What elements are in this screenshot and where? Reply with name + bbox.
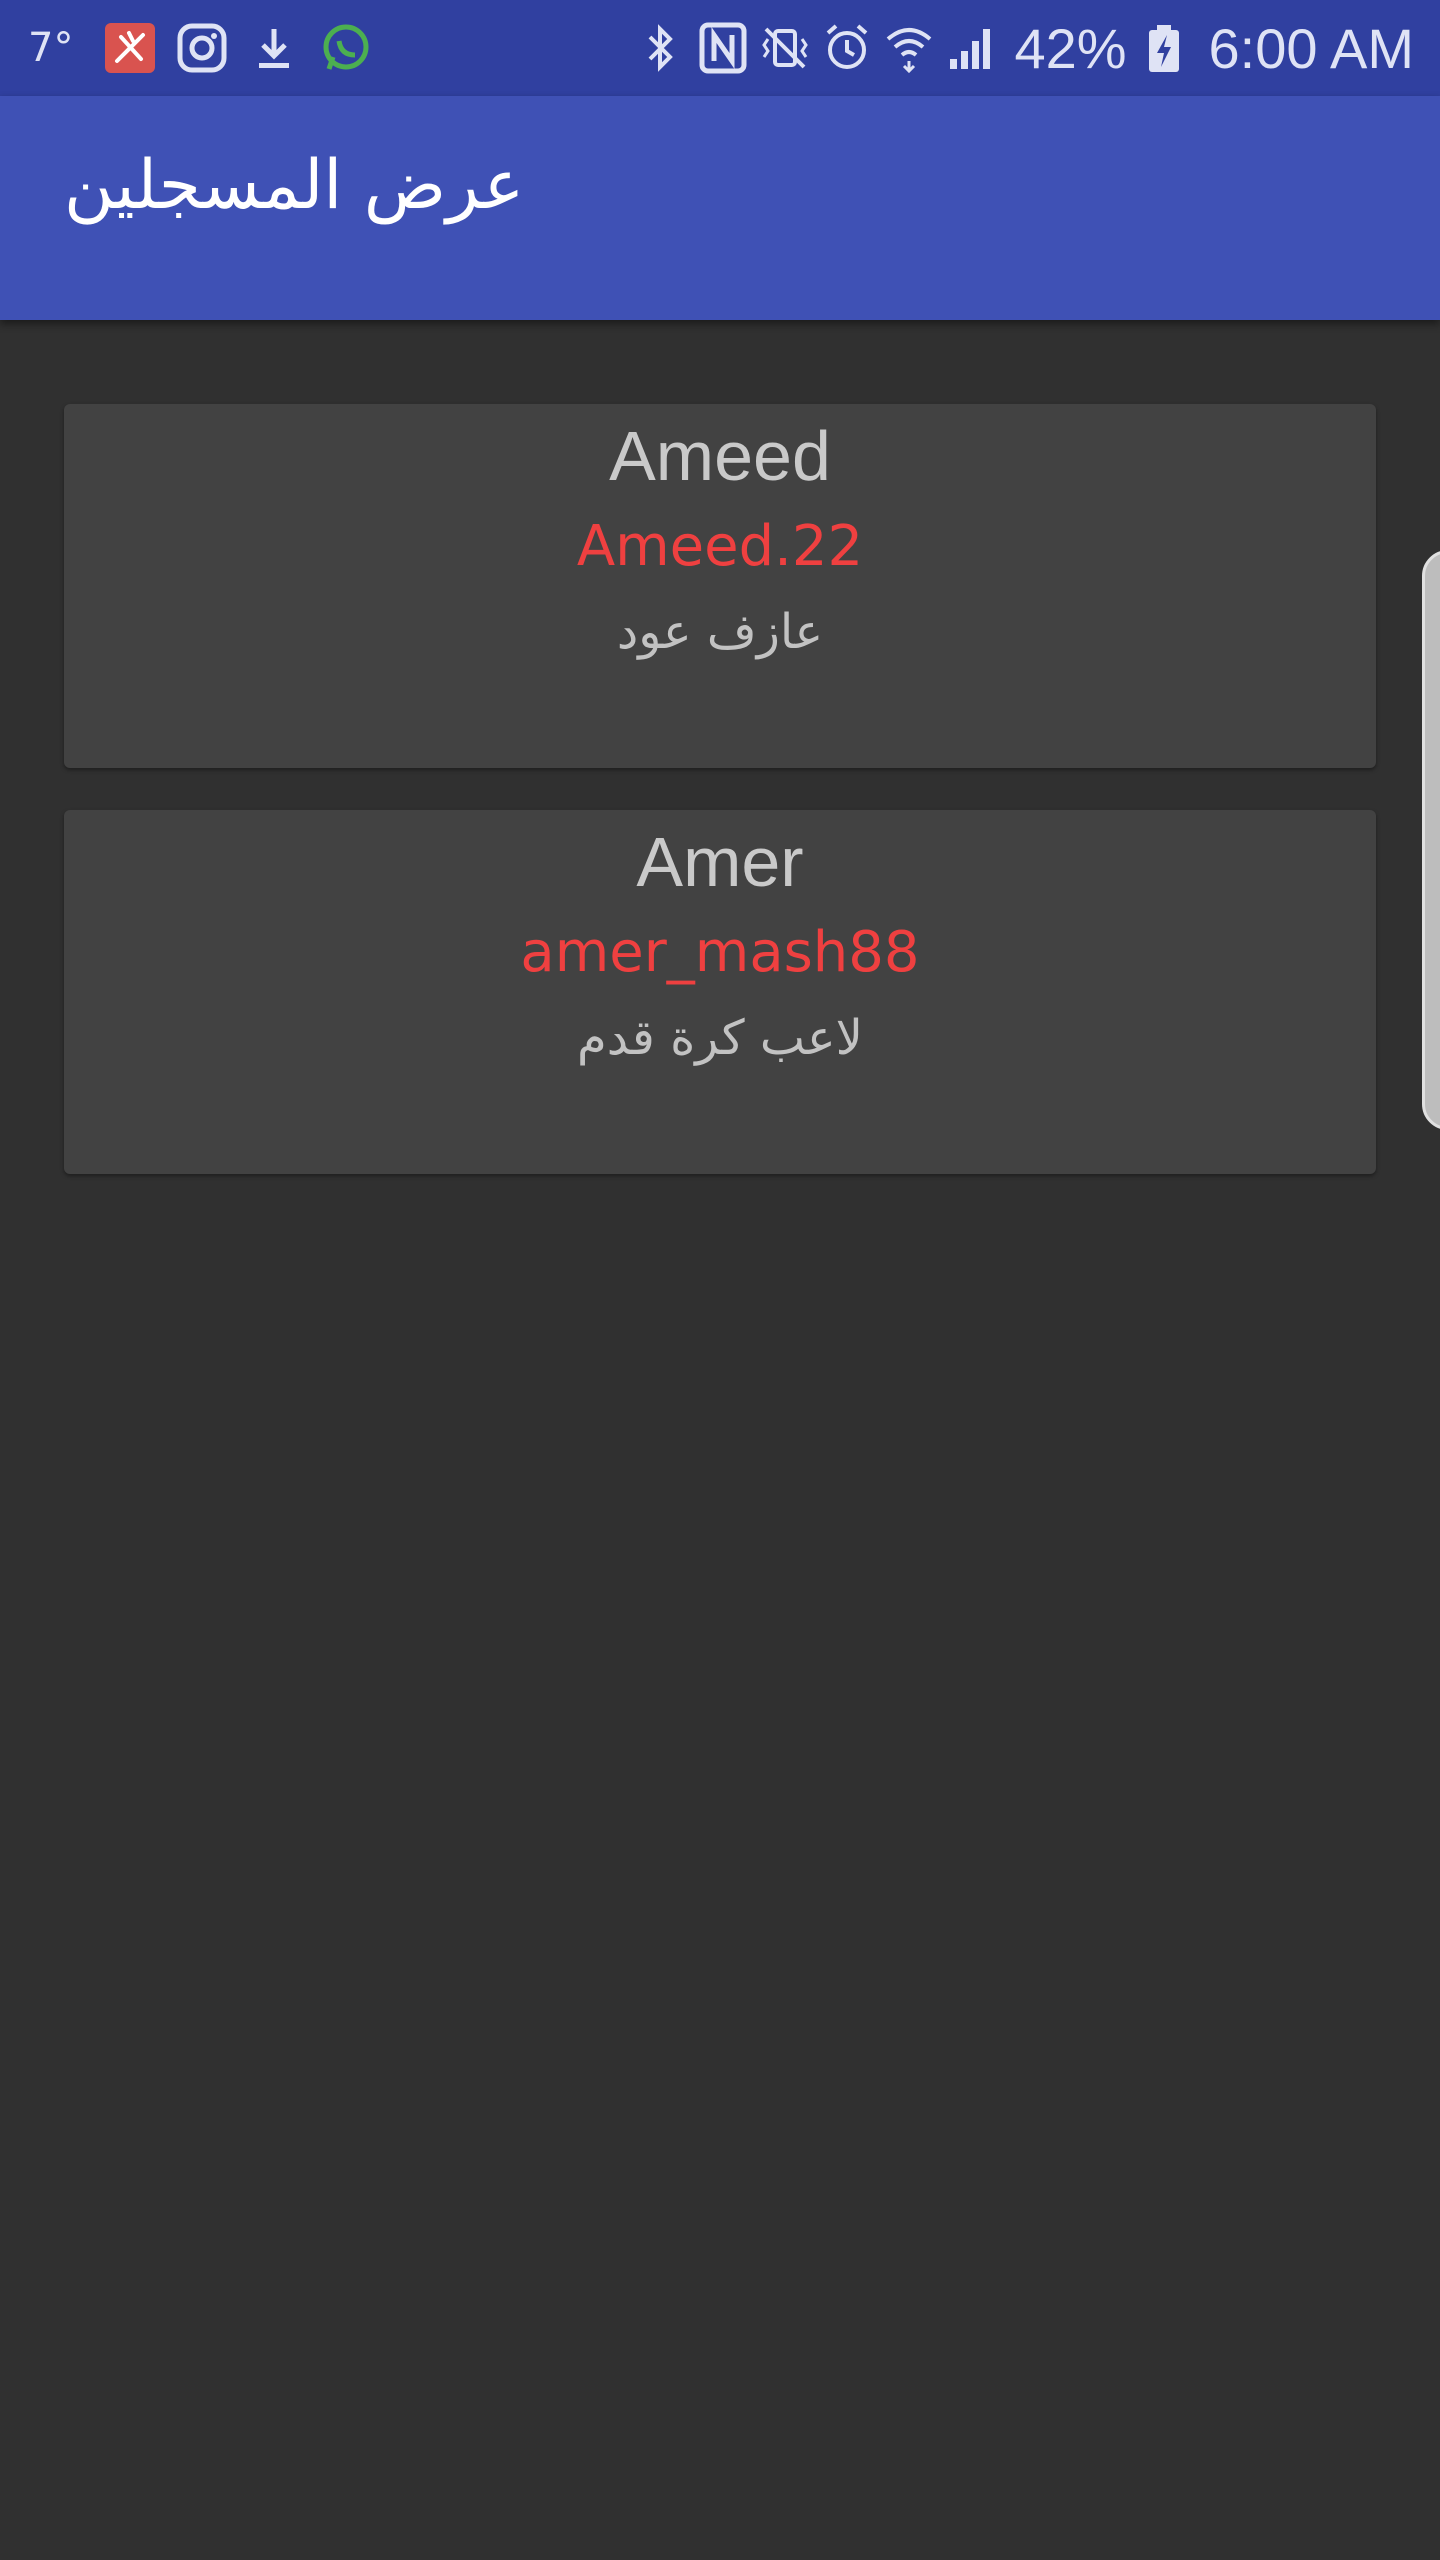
temperature-text: 7° <box>28 25 74 71</box>
status-right-group: 42% 6:00 AM <box>624 0 1414 96</box>
edge-panel-handle[interactable] <box>1422 550 1440 1130</box>
user-description: لاعب كرة قدم <box>576 1010 863 1066</box>
nfc-icon <box>698 21 748 75</box>
clean-master-icon <box>103 21 157 75</box>
user-card[interactable]: Amer amer_mash88 لاعب كرة قدم <box>64 810 1376 1174</box>
user-handle: Ameed.22 <box>576 514 864 579</box>
user-card[interactable]: Ameed Ameed.22 عازف عود <box>64 404 1376 768</box>
bluetooth-icon <box>636 21 686 75</box>
user-name: Ameed <box>609 417 831 495</box>
instagram-icon <box>175 21 229 75</box>
battery-charging-icon <box>1139 21 1189 75</box>
user-description: عازف عود <box>616 604 824 660</box>
user-name: Amer <box>636 823 804 901</box>
download-icon <box>247 21 301 75</box>
battery-percent: 42% <box>1014 16 1127 80</box>
app-bar: عرض المسجلين <box>0 96 1440 320</box>
wifi-icon <box>884 21 934 75</box>
clock: 6:00 AM <box>1208 16 1414 80</box>
page-title: عرض المسجلين <box>64 146 525 225</box>
signal-icon <box>946 21 996 75</box>
alarm-icon <box>822 21 872 75</box>
registered-users-list: Ameed Ameed.22 عازف عود Amer amer_mash88… <box>0 320 1440 2560</box>
whatsapp-icon <box>319 21 373 75</box>
vibrate-icon <box>760 21 810 75</box>
status-left-group: 7° <box>28 0 391 96</box>
user-handle: amer_mash88 <box>520 920 920 985</box>
status-bar: 7° 42% 6:00 AM <box>0 0 1440 96</box>
